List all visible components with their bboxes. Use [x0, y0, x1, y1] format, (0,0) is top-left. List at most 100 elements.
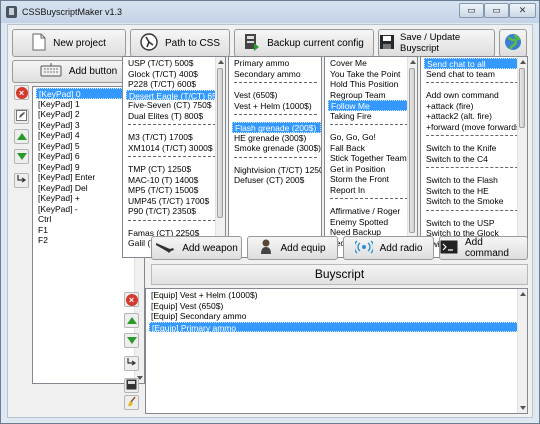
list-separator [424, 82, 527, 90]
list-item[interactable]: Hold This Position [328, 79, 417, 90]
list-separator [424, 210, 527, 218]
list-item[interactable]: P228 (T/CT) 600$ [126, 79, 225, 90]
list-item[interactable]: TMP (CT) 1250$ [126, 164, 225, 175]
list-item[interactable]: Secondary ammo [232, 69, 321, 80]
delete-key-button[interactable]: × [14, 85, 29, 100]
list-item[interactable]: [Equip] Vest + Helm (1000$) [149, 290, 527, 301]
title-bar[interactable]: CSSBuyscriptMaker v1.3 ▭ ▭ ✕ [1, 1, 539, 23]
list-item[interactable]: Glock (T/CT) 400$ [126, 69, 225, 80]
delete-entry-button[interactable]: × [124, 292, 139, 307]
list-item[interactable]: Storm the Front [328, 174, 417, 185]
list-item[interactable]: MP5 (T/CT) 1500$ [126, 185, 225, 196]
list-item[interactable]: HE grenade (300$) [232, 133, 321, 144]
broom-icon [126, 396, 137, 409]
list-item[interactable]: Flash grenade (200$) [232, 122, 321, 133]
buyscript-scrollbar[interactable] [517, 289, 527, 413]
list-item[interactable]: +attack (fire) [424, 101, 527, 112]
maximize-button[interactable]: ▭ [484, 3, 509, 18]
list-item[interactable]: XM1014 (T/CT) 3000$ [126, 143, 225, 154]
list-item[interactable]: Get in Position [328, 164, 417, 175]
list-item[interactable]: Smoke grenade (300$) [232, 143, 321, 154]
command-list-scrollbar[interactable] [517, 57, 527, 257]
list-item[interactable]: Dual Elites (T) 800$ [126, 111, 225, 122]
move-entry-up-button[interactable] [124, 313, 139, 328]
list-separator [232, 114, 321, 122]
scroll-thumb[interactable] [217, 68, 223, 218]
list-item[interactable]: Switch to the C4 [424, 154, 527, 165]
add-command-button[interactable]: Add command [439, 236, 528, 260]
equipment-icon [259, 239, 273, 258]
list-item[interactable]: Nightvision (T/CT) 1250$ [232, 165, 321, 176]
edit-entry-button[interactable] [124, 378, 139, 393]
list-item[interactable]: P90 (T/CT) 2350$ [126, 206, 225, 217]
list-item[interactable]: Fall Back [328, 143, 417, 154]
list-item[interactable]: Switch to the Flash [424, 175, 527, 186]
list-separator [424, 135, 527, 143]
app-icon [6, 6, 17, 18]
list-item[interactable]: Taking Fire [328, 111, 417, 122]
list-item[interactable]: Switch to the USP [424, 218, 527, 229]
arrow-down-icon [16, 153, 27, 160]
list-item[interactable]: Report In [328, 185, 417, 196]
buyscript-list[interactable]: [Equip] Vest + Helm (1000$) [Equip] Vest … [145, 288, 528, 414]
radio-list[interactable]: Cover Me You Take the Point Hold This Posi… [324, 56, 418, 258]
list-item[interactable]: Add own command [424, 90, 527, 101]
list-item[interactable]: Switch to the Knife [424, 143, 527, 154]
list-item[interactable]: Regroup Team [328, 90, 417, 101]
weapon-list[interactable]: USP (T/CT) 500$ Glock (T/CT) 400$ P228 (T/… [122, 56, 226, 258]
new-project-button[interactable]: New project [12, 29, 126, 57]
list-item[interactable]: [Equip] Vest (650$) [149, 301, 527, 312]
list-item[interactable]: Send chat to team [424, 69, 527, 80]
move-key-down-button[interactable] [14, 149, 29, 164]
scroll-thumb[interactable] [519, 68, 525, 128]
list-item[interactable]: [Equip] Primary ammo [149, 321, 527, 333]
list-item[interactable]: Primary ammo [232, 58, 321, 69]
minimize-button[interactable]: ▭ [459, 3, 484, 18]
path-to-css-button[interactable]: Path to CSS [130, 29, 230, 57]
list-item[interactable]: [Equip] Secondary ammo [149, 311, 527, 322]
indent-key-button[interactable] [14, 173, 29, 188]
new-project-label: New project [53, 37, 106, 49]
add-radio-button[interactable]: Add radio [343, 236, 434, 260]
list-item[interactable]: You Take the Point [328, 69, 417, 80]
list-item[interactable]: M3 (T/CT) 1700$ [126, 132, 225, 143]
edit-key-button[interactable] [14, 109, 29, 124]
list-item[interactable]: Send chat to all [424, 58, 527, 69]
list-item[interactable]: Vest + Helm (1000$) [232, 101, 321, 112]
list-separator [126, 124, 225, 132]
website-button[interactable] [499, 29, 527, 57]
list-item[interactable]: Cover Me [328, 58, 417, 69]
arrow-up-icon [126, 317, 137, 324]
list-item[interactable]: +forward (move forwards) [424, 122, 527, 133]
list-item[interactable]: Switch to the Smoke [424, 196, 527, 207]
save-update-button[interactable]: Save / Update Buyscript [378, 29, 495, 57]
console-icon [440, 240, 458, 257]
list-item[interactable]: Enemy Spotted [328, 217, 417, 228]
list-item[interactable]: USP (T/CT) 500$ [126, 58, 225, 69]
equip-list[interactable]: Primary ammo Secondary ammo Vest (650$) Ves… [228, 56, 322, 258]
list-item[interactable]: Switch to the HE [424, 186, 527, 197]
add-weapon-button[interactable]: Add weapon [151, 236, 242, 260]
list-item[interactable]: MAC-10 (T) 1400$ [126, 175, 225, 186]
weapon-list-scrollbar[interactable] [215, 57, 225, 257]
close-window-button[interactable]: ✕ [509, 3, 536, 18]
scroll-thumb[interactable] [409, 68, 415, 233]
clear-entries-button[interactable] [124, 395, 139, 410]
radio-list-scrollbar[interactable] [407, 57, 417, 257]
list-item[interactable]: Follow Me [328, 100, 417, 111]
list-item[interactable]: UMP45 (T/CT) 1700$ [126, 196, 225, 207]
list-item[interactable]: Go, Go, Go! [328, 132, 417, 143]
list-item[interactable]: Defuser (CT) 200$ [232, 175, 321, 186]
list-item[interactable]: Desert Eagle (T/CT) 650$ [126, 89, 225, 101]
move-entry-down-button[interactable] [124, 333, 139, 348]
add-equip-button[interactable]: Add equip [247, 236, 338, 260]
command-list[interactable]: Send chat to all Send chat to team Add own… [420, 56, 528, 258]
indent-entry-button[interactable] [124, 356, 139, 371]
list-item[interactable]: +attack2 (alt. fire) [424, 111, 527, 122]
backup-config-button[interactable]: Backup current config [234, 29, 374, 57]
move-key-up-button[interactable] [14, 129, 29, 144]
list-item[interactable]: Five-Seven (CT) 750$ [126, 100, 225, 111]
list-item[interactable]: Stick Together Team [328, 153, 417, 164]
list-item[interactable]: Vest (650$) [232, 90, 321, 101]
list-item[interactable]: Affirmative / Roger [328, 206, 417, 217]
